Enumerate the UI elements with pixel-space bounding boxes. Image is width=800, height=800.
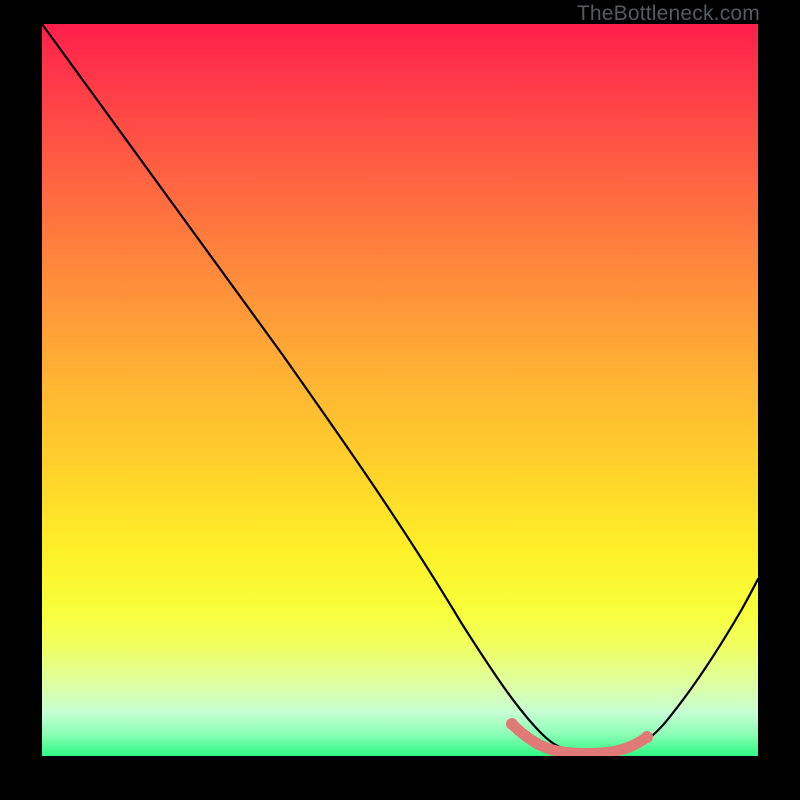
optimal-range-highlight [512, 724, 647, 754]
optimal-range-start-dot [506, 718, 518, 730]
watermark-text: TheBottleneck.com [577, 2, 760, 26]
chart-frame: TheBottleneck.com [0, 0, 800, 800]
chart-svg [42, 24, 758, 756]
optimal-range-end-dot [641, 731, 653, 743]
chart-plot-area [42, 24, 758, 756]
bottleneck-curve [42, 24, 758, 753]
